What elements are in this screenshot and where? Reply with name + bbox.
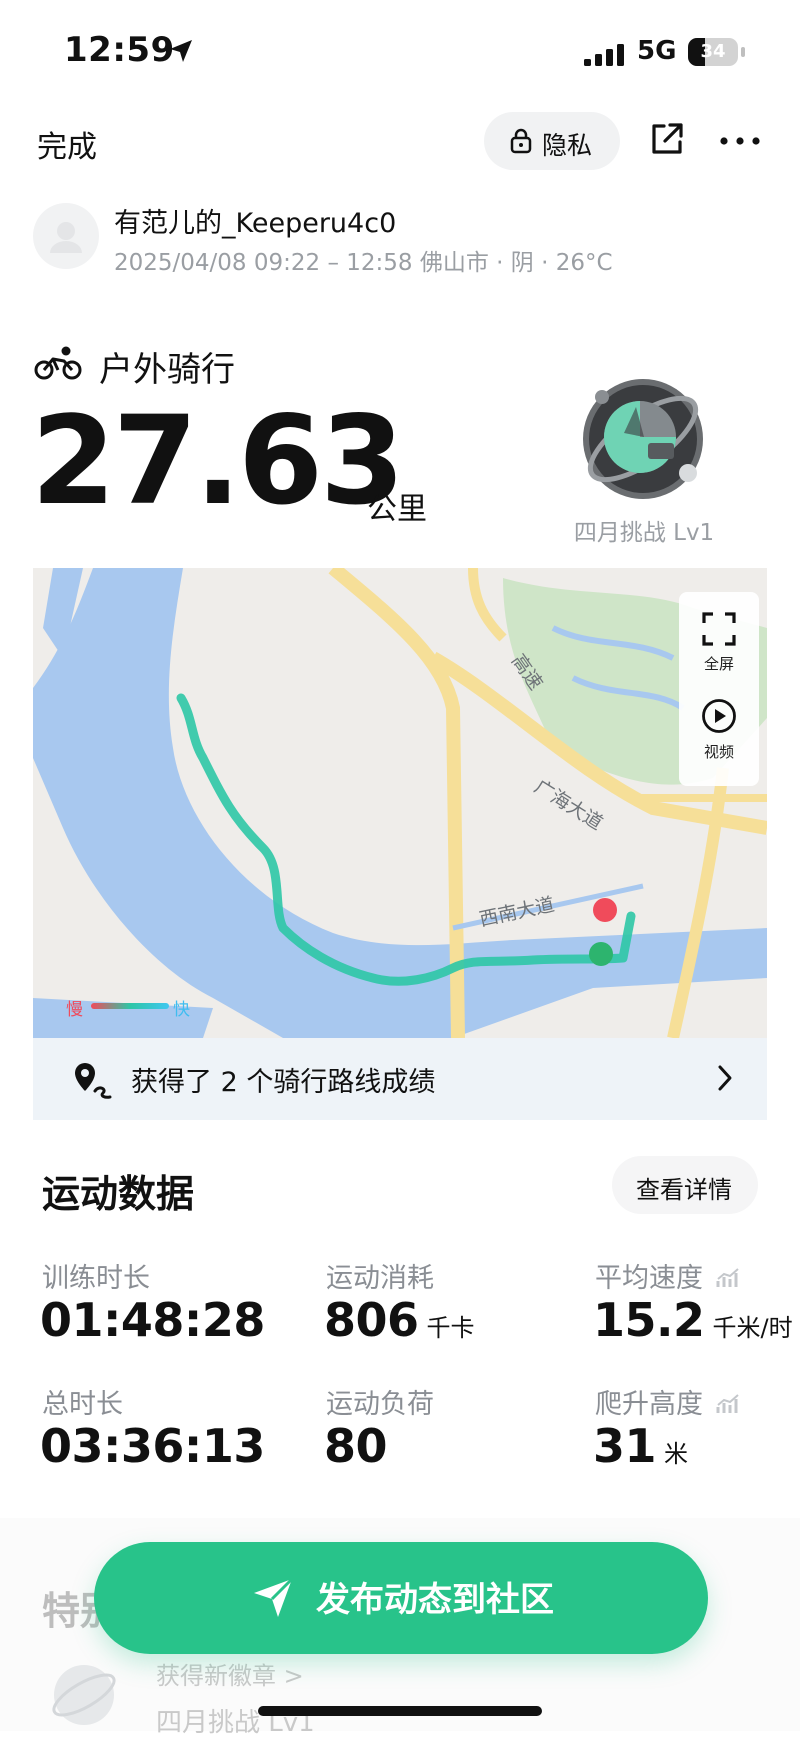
fullscreen-icon (702, 612, 736, 646)
challenge-badge-icon[interactable] (578, 373, 712, 505)
video-button[interactable]: 视频 (679, 698, 759, 762)
badge-thumbnail-icon (52, 1665, 116, 1725)
stat-label: 运动消耗 (326, 1263, 434, 1294)
road-label: 西南大道 (477, 894, 556, 931)
battery-level: 34 (700, 41, 726, 62)
trend-chart-icon[interactable] (716, 1267, 742, 1289)
stat-value-group: 806 千卡 (324, 1293, 475, 1347)
route-start-marker (589, 942, 613, 966)
stat-value-group: 15.2 千米/时 (593, 1293, 793, 1347)
user-name[interactable]: 有范儿的_Keeperu4c0 (114, 201, 396, 240)
distance-unit: 公里 (367, 492, 427, 527)
stat-value: 31 (593, 1419, 657, 1473)
privacy-button[interactable]: 隐私 (484, 112, 620, 170)
trend-chart-icon[interactable] (716, 1393, 742, 1415)
stat-unit: 千米/时 (712, 1314, 793, 1342)
stat-value-group: 31 米 (593, 1419, 688, 1473)
video-label: 视频 (703, 743, 734, 761)
route-pin-icon (75, 1063, 112, 1099)
user-silhouette-icon (50, 222, 82, 253)
stat-unit: 米 (664, 1440, 689, 1468)
avatar[interactable] (33, 203, 99, 269)
route-achievements-text: 获得了 2 个骑行路线成绩 (131, 1067, 436, 1098)
route-map[interactable]: 高速 广海大道 西南大道 全屏 视频 慢 快 (33, 568, 767, 1038)
stat-value-group: 01:48:28 (40, 1293, 265, 1347)
privacy-label: 隐私 (542, 131, 593, 160)
stat-label-text: 爬升高度 (595, 1389, 703, 1420)
send-icon (254, 1577, 294, 1617)
battery-icon: 34 (688, 38, 738, 66)
stat-value: 80 (324, 1419, 388, 1473)
road-label: 广海大道 (530, 776, 606, 835)
location-arrow-icon (170, 40, 192, 62)
badge-label[interactable]: 四月挑战 Lv1 (554, 513, 734, 547)
share-icon[interactable] (650, 122, 684, 156)
stat-value: 03:36:13 (40, 1419, 265, 1473)
stat-value: 01:48:28 (40, 1293, 265, 1347)
view-details-label: 查看详情 (636, 1176, 732, 1204)
route-achievements-banner[interactable]: 获得了 2 个骑行路线成绩 (33, 1038, 767, 1120)
stat-value: 15.2 (593, 1293, 705, 1347)
stat-unit: 千卡 (426, 1314, 475, 1342)
map-canvas[interactable]: 高速 广海大道 西南大道 (33, 568, 767, 1038)
stat-value: 806 (324, 1293, 419, 1347)
stat-label: 爬升高度 (595, 1382, 742, 1421)
stat-value-group: 03:36:13 (40, 1419, 265, 1473)
legend-fast: 快 (173, 1000, 190, 1020)
publish-label: 发布动态到社区 (316, 1580, 554, 1620)
home-indicator[interactable] (258, 1706, 542, 1716)
view-details-button[interactable]: 查看详情 (612, 1156, 758, 1214)
lock-icon (510, 128, 532, 154)
stat-label: 运动负荷 (326, 1389, 434, 1420)
network-type: 5G (637, 36, 677, 66)
stat-label-text: 平均速度 (595, 1263, 703, 1294)
stat-value-group: 80 (324, 1419, 388, 1473)
legend-slow: 慢 (66, 1000, 83, 1020)
play-icon (702, 699, 736, 733)
stat-label: 平均速度 (595, 1256, 742, 1295)
stat-label: 总时长 (42, 1389, 123, 1420)
signal-icon (584, 44, 624, 66)
more-icon[interactable] (720, 137, 760, 145)
bicycle-icon (34, 346, 82, 380)
fullscreen-button[interactable]: 全屏 (679, 612, 759, 674)
speed-legend-bar (91, 1003, 169, 1009)
chevron-right-icon (718, 1065, 732, 1091)
done-button[interactable]: 完成 (37, 122, 97, 166)
stats-title: 运动数据 (42, 1172, 195, 1216)
map-tools: 全屏 视频 (679, 592, 759, 786)
fullscreen-label: 全屏 (703, 655, 734, 673)
features-new-badge-link[interactable]: 获得新徽章 > (156, 1656, 304, 1691)
stat-label: 训练时长 (42, 1263, 150, 1294)
battery-tip (741, 47, 745, 57)
route-end-marker (593, 898, 617, 922)
activity-type: 户外骑行 (99, 350, 235, 390)
activity-meta: 2025/04/08 09:22 – 12:58 佛山市 · 阴 · 26°C (114, 250, 613, 276)
status-time: 12:59 (64, 30, 175, 70)
distance-value: 27.63 (31, 390, 405, 532)
publish-to-community-button[interactable]: 发布动态到社区 (94, 1542, 708, 1654)
